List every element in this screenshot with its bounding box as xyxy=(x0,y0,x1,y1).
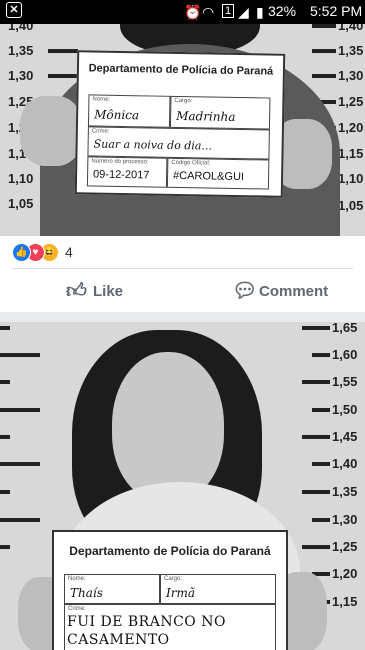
ruler-label: 1,05 xyxy=(8,196,34,211)
ruler-label: 1,60 xyxy=(332,347,358,362)
comment-bubble-icon: 💬︎ xyxy=(232,280,258,302)
ruler-label: 1,25 xyxy=(338,94,364,109)
left-hand xyxy=(20,96,82,166)
crime-field: Crime: FUI DE BRANCO NO CASAMENTO xyxy=(64,604,276,650)
crime-field: Crime: Suar a noiva do dia... xyxy=(87,126,270,160)
mugshot-card: Departamento de Polícia do Paraná Nome: … xyxy=(74,50,286,198)
ruler-label: 1,05 xyxy=(338,198,364,213)
alarm-icon: ⏰ xyxy=(184,4,202,20)
mugshot-card: Departamento de Polícia do Paraná Nome: … xyxy=(52,530,288,650)
post-photo-1[interactable]: 1,40 1,35 1,30 1,25 1,20 1,15 1,10 1,05 … xyxy=(0,24,365,236)
post-separator xyxy=(0,312,365,322)
ruler-label: 1,50 xyxy=(332,402,358,417)
name-field: Nome: Thaís xyxy=(64,574,160,604)
battery-icon: ▮ xyxy=(256,4,264,20)
signal-icon: ◢ xyxy=(238,4,249,20)
sim-icon: 1 xyxy=(222,4,235,18)
ruler-label: 1,45 xyxy=(332,429,358,444)
ruler-label: 1,25 xyxy=(332,539,358,554)
thumbs-up-icon: 👍︎ xyxy=(66,280,87,302)
ruler-label: 1,15 xyxy=(338,146,364,161)
like-icon: 👍 xyxy=(12,243,31,262)
ruler-label: 1,30 xyxy=(8,68,34,83)
role-field: Cargo: Irmã xyxy=(160,574,276,604)
clock: 5:52 PM xyxy=(310,3,363,19)
wifi-icon: ◠ xyxy=(202,4,215,20)
status-bar: ✕ ⏰ ◠ 1 ◢ ▮ 32% 5:52 PM xyxy=(0,0,365,24)
divider xyxy=(12,268,353,269)
ruler-label: 1,55 xyxy=(332,374,358,389)
ruler-label: 1,20 xyxy=(332,566,358,581)
role-field: Cargo: Madrinha xyxy=(169,95,271,130)
card-title: Departamento de Polícia do Paraná xyxy=(88,62,274,78)
comment-button[interactable]: 💬︎ Comment xyxy=(232,280,332,304)
ruler-label: 1,10 xyxy=(8,171,34,186)
ruler-label: 1,35 xyxy=(8,43,34,58)
card-title: Departamento de Polícia do Paraná xyxy=(69,544,271,558)
person-face xyxy=(112,352,224,502)
x-box-icon: ✕ xyxy=(6,2,22,18)
ruler-label: 1,40 xyxy=(8,24,34,33)
ruler-label: 1,30 xyxy=(332,512,358,527)
ruler-label: 1,30 xyxy=(338,68,364,83)
official-code-field: Código Oficial: #CAROL&GUI xyxy=(166,157,270,190)
ruler-label: 1,40 xyxy=(332,456,358,471)
post-photo-2[interactable]: 1,65 1,60 1,55 1,50 1,45 1,40 1,35 1,30 … xyxy=(0,322,365,650)
like-button[interactable]: 👍︎ Like xyxy=(66,280,136,304)
ruler-label: 1,15 xyxy=(332,594,358,609)
ruler-label: 1,65 xyxy=(332,322,358,335)
ruler-label: 1,35 xyxy=(332,484,358,499)
ruler-label: 1,20 xyxy=(338,120,364,135)
ruler-label: 1,10 xyxy=(338,171,364,186)
reaction-count: 4 xyxy=(65,244,73,260)
ruler-label: 1,35 xyxy=(338,43,364,58)
process-number-field: Número do processo: 09-12-2017 xyxy=(86,156,168,188)
name-field: Nome: Mônica xyxy=(87,94,171,128)
battery-percent: 32% xyxy=(268,3,297,19)
ruler-label: 1,40 xyxy=(338,24,364,33)
